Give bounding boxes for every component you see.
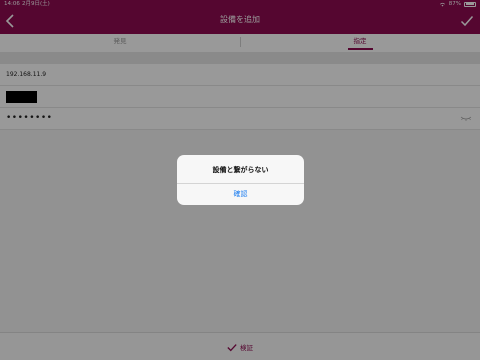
- alert-message: 設備と繋がらない: [212, 166, 269, 174]
- alert-dialog: 設備と繋がらない 確認: [177, 155, 304, 205]
- confirm-button[interactable]: 確認: [177, 184, 304, 205]
